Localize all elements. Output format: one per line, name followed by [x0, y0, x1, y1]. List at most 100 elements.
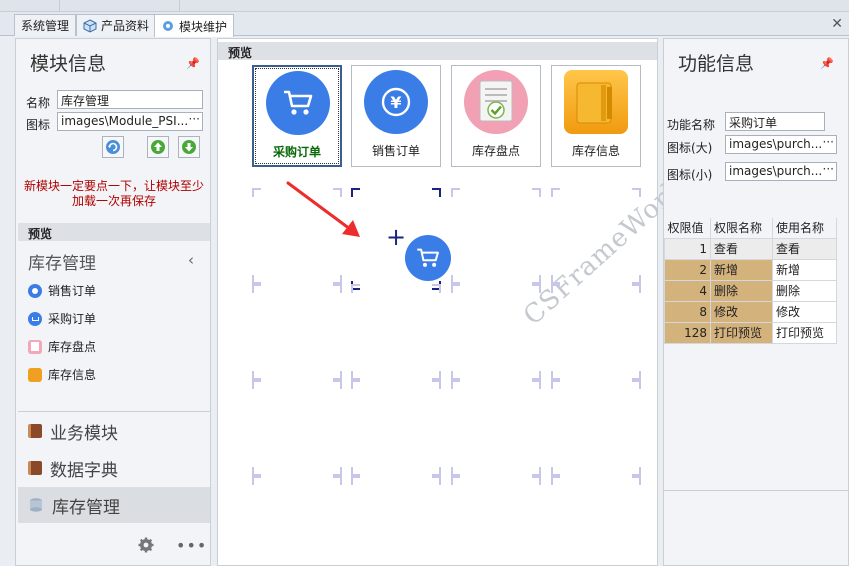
placeholder-corner [532, 476, 541, 485]
perm-use[interactable]: 新增 [772, 258, 837, 281]
nav-item-label: 库存盘点 [48, 340, 97, 354]
func-name-value: 采购订单 [729, 116, 778, 130]
drop-target-corner [351, 188, 360, 197]
browse-ellipsis-icon[interactable]: ··· [823, 163, 834, 176]
placeholder-corner [333, 467, 342, 476]
arrow-down-icon [182, 140, 196, 154]
browse-ellipsis-icon[interactable]: ··· [823, 136, 834, 149]
placeholder-corner [451, 284, 460, 293]
divider [18, 411, 210, 412]
placeholder-corner [252, 380, 261, 389]
move-up-button[interactable] [147, 136, 169, 158]
placeholder-corner [351, 467, 360, 476]
placeholder-corner [632, 476, 641, 485]
perm-value: 8 [664, 300, 711, 323]
icon-large-field[interactable]: images\purch... ··· [725, 135, 837, 154]
placeholder-corner [632, 188, 641, 197]
placeholder-corner [451, 371, 460, 380]
tile-label: 库存盘点 [471, 144, 520, 158]
perm-use[interactable]: 删除 [772, 279, 837, 302]
tile-sales-order[interactable]: ¥ 销售订单 [351, 65, 441, 167]
nav-item-sales-order[interactable]: 销售订单 [28, 282, 96, 299]
module-name-field[interactable]: 库存管理 [57, 90, 203, 109]
table-row[interactable]: 2 新增 新增 [664, 258, 837, 281]
database-icon [30, 498, 42, 512]
tab-module-maintenance[interactable]: 模块维护 [154, 14, 235, 37]
placeholder-corner [532, 467, 541, 476]
cart-icon [266, 71, 330, 135]
module-icon-field[interactable]: images\Module_PSI... ··· [57, 112, 203, 131]
group-inventory-management[interactable]: 库存管理 [18, 487, 210, 523]
perm-name: 查看 [710, 237, 773, 260]
icon-small-field[interactable]: images\purch... ··· [725, 162, 837, 181]
group-business-modules[interactable]: 业务模块 [18, 413, 210, 449]
move-down-button[interactable] [178, 136, 200, 158]
placeholder-corner [451, 380, 460, 389]
divider [664, 490, 848, 491]
pin-icon[interactable]: 📌 [820, 57, 834, 70]
placeholder-corner [432, 371, 441, 380]
placeholder-corner [632, 467, 641, 476]
tile-inventory-info[interactable]: 库存信息 [551, 65, 641, 167]
col-header-value[interactable]: 权限值 [664, 218, 711, 238]
func-name-field[interactable]: 采购订单 [725, 112, 825, 131]
perm-value: 2 [664, 258, 711, 281]
group-label: 数据字典 [50, 460, 118, 481]
tab-system-management[interactable]: 系统管理 [14, 14, 77, 36]
placeholder-corner [333, 284, 342, 293]
tile-purchase-order[interactable]: 采购订单 [252, 65, 342, 167]
drop-target-corner [432, 188, 441, 197]
placeholder-corner [252, 188, 261, 197]
more-options-icon[interactable]: ••• [176, 536, 207, 555]
icon-small-label: 图标(小) [667, 168, 713, 182]
icon-large-value: images\purch... [729, 137, 823, 151]
placeholder-corner [252, 275, 261, 284]
tab-label: 模块维护 [179, 19, 228, 34]
panel-title: 功能信息 [678, 53, 755, 75]
tile-stocktake[interactable]: 库存盘点 [451, 65, 541, 167]
dragged-cart-icon[interactable] [405, 235, 451, 281]
perm-name: 新增 [710, 258, 773, 281]
collapse-chevron-icon[interactable]: ‹ [188, 251, 194, 269]
panel-title: 模块信息 [30, 53, 107, 75]
table-row[interactable]: 1 查看 查看 [664, 237, 837, 260]
arrow-up-icon [151, 140, 165, 154]
placeholder-corner [432, 380, 441, 389]
placeholder-corner [333, 275, 342, 284]
tab-product-data[interactable]: 产品资料 [76, 14, 157, 36]
module-info-panel: 模块信息 📌 名称 库存管理 图标 images\Module_PSI... ·… [15, 38, 211, 566]
placeholder-corner [432, 476, 441, 485]
nav-item-inventory-info[interactable]: 库存信息 [28, 366, 96, 383]
warning-line-2: 加载一次再保存 [71, 194, 156, 208]
placeholder-corner [532, 284, 541, 293]
placeholder-corner [351, 476, 360, 485]
nav-item-purchase-order[interactable]: 采购订单 [28, 310, 96, 327]
cube-icon [83, 18, 97, 33]
placeholder-corner [551, 371, 560, 380]
gear-icon [163, 21, 173, 31]
col-header-name[interactable]: 权限名称 [710, 218, 773, 238]
refresh-button[interactable] [102, 136, 124, 158]
perm-use[interactable]: 修改 [772, 300, 837, 323]
icon-large-label: 图标(大) [667, 141, 713, 155]
perm-use[interactable]: 打印预览 [772, 321, 837, 344]
placeholder-corner [632, 275, 641, 284]
drag-arrow-icon [286, 181, 360, 237]
nav-item-label: 采购订单 [48, 312, 97, 326]
placeholder-corner [333, 380, 342, 389]
nav-item-stocktake[interactable]: 库存盘点 [28, 338, 96, 355]
table-row[interactable]: 128 打印预览 打印预览 [664, 321, 837, 344]
perm-use[interactable]: 查看 [772, 237, 837, 260]
browse-ellipsis-icon[interactable]: ··· [189, 113, 200, 126]
table-row[interactable]: 8 修改 修改 [664, 300, 837, 323]
group-data-dictionary[interactable]: 数据字典 [18, 450, 210, 486]
pin-icon[interactable]: 📌 [186, 57, 200, 70]
permission-table: 权限值 权限名称 使用名称 1 查看 查看 2 新增 新增 4 删除 删除 8 … [664, 218, 837, 344]
close-tab-icon[interactable]: ✕ [831, 16, 843, 32]
folders-icon [564, 70, 628, 134]
col-header-use[interactable]: 使用名称 [772, 218, 837, 238]
table-row[interactable]: 4 删除 删除 [664, 279, 837, 302]
placeholder-corner [252, 284, 261, 293]
settings-gear-icon[interactable] [138, 537, 154, 553]
checklist-icon [464, 70, 528, 134]
